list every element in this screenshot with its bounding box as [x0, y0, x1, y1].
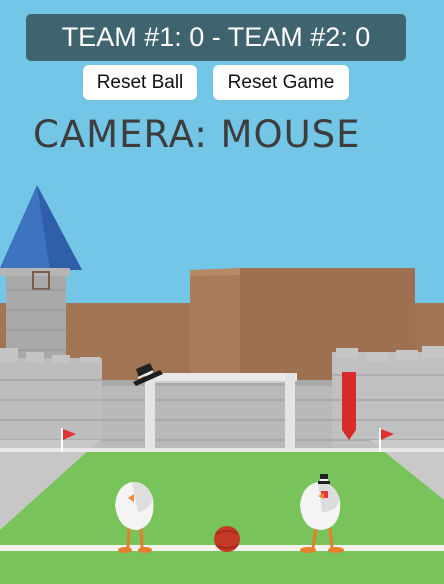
- banner: [342, 372, 356, 440]
- reset-ball-button[interactable]: Reset Ball: [83, 65, 197, 100]
- pitch: [0, 440, 444, 584]
- camera-mode-label: CAMERA: MOUSE: [33, 113, 361, 156]
- ball-icon[interactable]: [214, 526, 240, 552]
- scoreboard: TEAM #1: 0 - TEAM #2: 0: [26, 14, 406, 61]
- reset-game-button[interactable]: Reset Game: [213, 65, 349, 100]
